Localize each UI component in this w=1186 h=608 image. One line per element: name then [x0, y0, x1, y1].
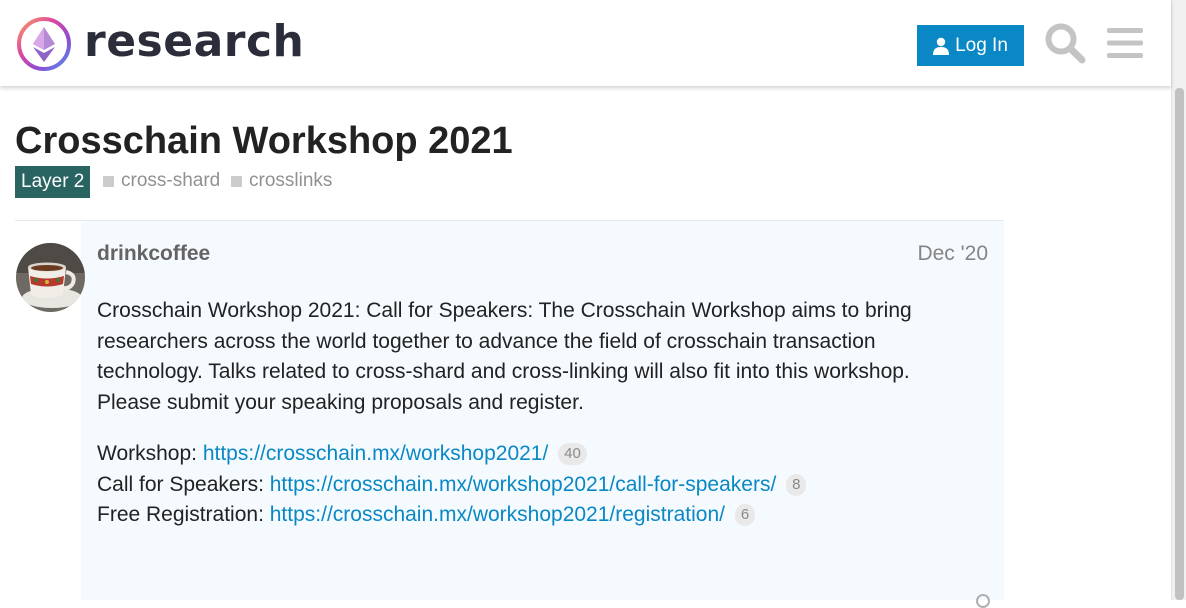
link-row: Workshop: https://crosschain.mx/workshop… [97, 439, 806, 470]
link-row: Free Registration: https://crosschain.mx… [97, 500, 806, 531]
page-scrollbar[interactable] [1171, 0, 1186, 600]
tag-cross-shard[interactable]: cross-shard [103, 170, 220, 192]
search-icon[interactable] [1044, 22, 1086, 64]
tag-label: cross-shard [121, 170, 221, 191]
site-header: research Log In [0, 0, 1171, 86]
hamburger-menu-icon[interactable] [1106, 24, 1144, 62]
tag-square-icon [231, 175, 242, 187]
click-count-badge: 40 [558, 443, 587, 465]
login-button[interactable]: Log In [917, 25, 1024, 66]
link-row: Call for Speakers: https://crosschain.mx… [97, 470, 807, 501]
login-button-label: Log In [955, 34, 1008, 56]
workshop-link[interactable]: https://crosschain.mx/workshop2021/ [203, 442, 549, 465]
avatar-image [16, 243, 85, 312]
category-badge[interactable]: Layer 2 [15, 166, 91, 198]
post-date[interactable]: Dec '20 [917, 242, 988, 266]
post-body-text: Crosschain Workshop 2021: Call for Speak… [97, 299, 912, 415]
post-username[interactable]: drinkcoffee [97, 242, 210, 266]
link-label: Free Registration: [97, 503, 270, 527]
click-count-badge: 6 [734, 504, 756, 527]
click-count-badge: 8 [786, 473, 807, 496]
user-icon [933, 37, 950, 55]
tag-square-icon [103, 175, 114, 187]
site-logo-text[interactable]: research [84, 14, 304, 70]
avatar[interactable] [16, 243, 85, 312]
ethereum-research-logo-icon[interactable] [16, 14, 76, 74]
tag-crosslinks[interactable]: crosslinks [231, 170, 332, 192]
reply-controls-icon[interactable] [976, 594, 990, 608]
topic-title[interactable]: Crosschain Workshop 2021 [15, 118, 513, 164]
link-label: Call for Speakers: [97, 472, 270, 496]
scrollbar-thumb[interactable] [1175, 88, 1184, 600]
registration-link[interactable]: https://crosschain.mx/workshop2021/regis… [270, 503, 725, 526]
tag-label: crosslinks [249, 170, 333, 191]
call-for-speakers-link[interactable]: https://crosschain.mx/workshop2021/call-… [270, 473, 777, 496]
post-links: Workshop: https://crosschain.mx/workshop… [97, 439, 807, 531]
link-label: Workshop: [97, 442, 203, 465]
